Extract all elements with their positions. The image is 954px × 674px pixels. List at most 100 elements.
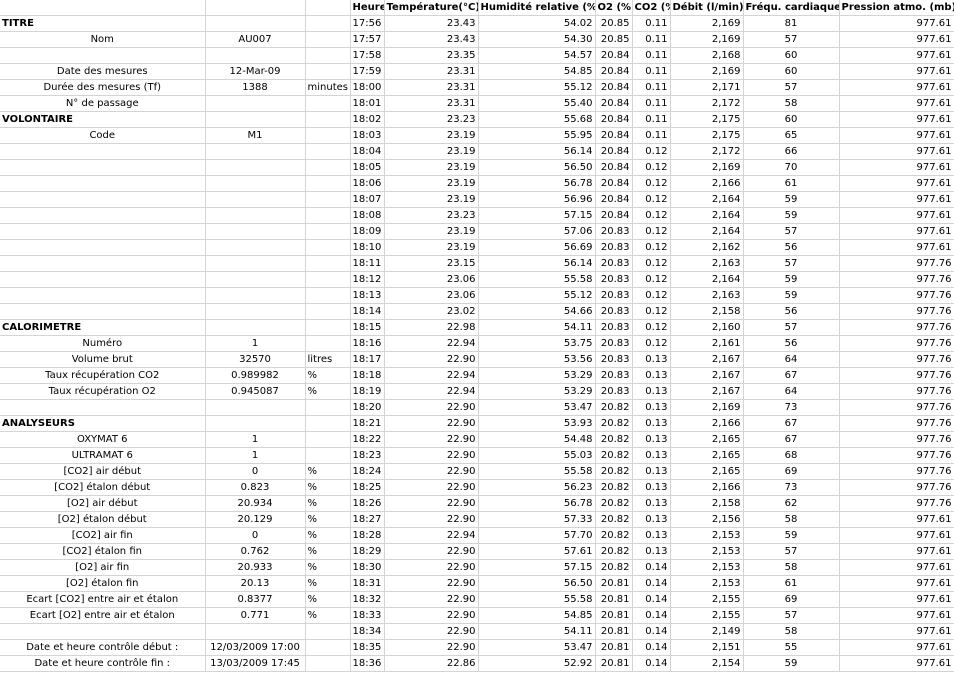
data-cell[interactable]: 20.84 <box>595 159 633 176</box>
param-label[interactable] <box>0 143 206 160</box>
data-cell[interactable]: 0.13 <box>632 463 671 480</box>
data-cell[interactable]: 54.11 <box>478 319 596 336</box>
param-value[interactable] <box>205 191 306 208</box>
param-unit[interactable] <box>305 223 351 240</box>
data-cell[interactable]: 20.83 <box>595 319 633 336</box>
data-cell[interactable]: 22.98 <box>384 319 479 336</box>
data-cell[interactable]: 2,169 <box>670 159 744 176</box>
data-cell[interactable]: 977.61 <box>839 623 954 640</box>
data-cell[interactable]: 20.85 <box>595 15 633 32</box>
data-cell[interactable]: 18:34 <box>350 623 385 640</box>
param-label[interactable]: Code <box>0 127 206 144</box>
data-cell[interactable]: 55.68 <box>478 111 596 128</box>
data-cell[interactable]: 0.14 <box>632 655 671 672</box>
data-cell[interactable]: 2,166 <box>670 479 744 496</box>
param-label[interactable] <box>0 623 206 640</box>
data-cell[interactable]: 2,151 <box>670 639 744 656</box>
data-cell[interactable]: 54.85 <box>478 607 596 624</box>
data-cell[interactable]: 18:28 <box>350 527 385 544</box>
param-label[interactable]: [O2] air début <box>0 495 206 512</box>
data-cell[interactable]: 59 <box>743 655 840 672</box>
data-cell[interactable]: 20.83 <box>595 303 633 320</box>
data-cell[interactable]: 60 <box>743 63 840 80</box>
param-unit[interactable] <box>305 31 351 48</box>
param-unit[interactable] <box>305 159 351 176</box>
param-unit[interactable]: minutes <box>305 79 351 96</box>
param-value[interactable] <box>205 207 306 224</box>
data-cell[interactable]: 2,163 <box>670 287 744 304</box>
data-cell[interactable]: 2,168 <box>670 47 744 64</box>
data-cell[interactable]: 0.12 <box>632 159 671 176</box>
param-label[interactable]: [CO2] air fin <box>0 527 206 544</box>
data-cell[interactable]: 0.11 <box>632 15 671 32</box>
data-cell[interactable]: 977.61 <box>839 511 954 528</box>
data-cell[interactable]: 18:30 <box>350 559 385 576</box>
data-cell[interactable]: 55.58 <box>478 591 596 608</box>
data-cell[interactable]: 0.14 <box>632 639 671 656</box>
data-cell[interactable]: 2,153 <box>670 559 744 576</box>
param-unit[interactable] <box>305 431 351 448</box>
param-label[interactable]: Volume brut <box>0 351 206 368</box>
param-value[interactable]: 13/03/2009 17:45 <box>205 655 306 672</box>
data-cell[interactable]: 2,165 <box>670 431 744 448</box>
data-cell[interactable]: 18:33 <box>350 607 385 624</box>
data-cell[interactable]: 56.14 <box>478 255 596 272</box>
data-cell[interactable]: 18:18 <box>350 367 385 384</box>
data-cell[interactable]: 18:12 <box>350 271 385 288</box>
param-label[interactable]: Durée des mesures (Tf) <box>0 79 206 96</box>
data-cell[interactable]: 0.13 <box>632 527 671 544</box>
data-cell[interactable]: 2,166 <box>670 415 744 432</box>
data-cell[interactable]: 57 <box>743 31 840 48</box>
data-cell[interactable]: 18:17 <box>350 351 385 368</box>
data-cell[interactable]: 977.61 <box>839 63 954 80</box>
data-cell[interactable]: 18:24 <box>350 463 385 480</box>
data-cell[interactable]: 23.06 <box>384 287 479 304</box>
param-label[interactable]: [CO2] étalon fin <box>0 543 206 560</box>
param-label[interactable]: [CO2] air début <box>0 463 206 480</box>
data-cell[interactable]: 0.14 <box>632 575 671 592</box>
data-cell[interactable]: 23.43 <box>384 15 479 32</box>
data-cell[interactable]: 20.82 <box>595 463 633 480</box>
data-cell[interactable]: 20.81 <box>595 639 633 656</box>
data-cell[interactable]: 22.90 <box>384 463 479 480</box>
data-cell[interactable]: 0.14 <box>632 607 671 624</box>
data-cell[interactable]: 81 <box>743 15 840 32</box>
data-cell[interactable]: 18:27 <box>350 511 385 528</box>
section-title[interactable]: VOLONTAIRE <box>0 111 206 128</box>
data-cell[interactable]: 2,153 <box>670 527 744 544</box>
data-cell[interactable]: 22.90 <box>384 351 479 368</box>
param-value[interactable] <box>205 95 306 112</box>
data-cell[interactable]: 20.84 <box>595 47 633 64</box>
param-unit[interactable] <box>305 0 351 16</box>
param-value[interactable]: 20.129 <box>205 511 306 528</box>
param-label[interactable]: OXYMAT 6 <box>0 431 206 448</box>
param-value[interactable]: 1 <box>205 447 306 464</box>
data-cell[interactable]: 18:08 <box>350 207 385 224</box>
data-cell[interactable]: 20.82 <box>595 431 633 448</box>
data-cell[interactable]: 23.19 <box>384 239 479 256</box>
data-cell[interactable]: 57 <box>743 223 840 240</box>
data-cell[interactable]: 17:57 <box>350 31 385 48</box>
data-cell[interactable]: 55.03 <box>478 447 596 464</box>
data-cell[interactable]: 22.94 <box>384 367 479 384</box>
data-cell[interactable]: 0.13 <box>632 351 671 368</box>
data-cell[interactable]: 20.84 <box>595 95 633 112</box>
data-cell[interactable]: 20.84 <box>595 127 633 144</box>
data-cell[interactable]: 0.11 <box>632 63 671 80</box>
data-cell[interactable]: 54.11 <box>478 623 596 640</box>
data-cell[interactable]: 18:22 <box>350 431 385 448</box>
data-cell[interactable]: 59 <box>743 207 840 224</box>
data-cell[interactable]: 53.47 <box>478 639 596 656</box>
data-cell[interactable]: 22.86 <box>384 655 479 672</box>
param-value[interactable] <box>205 47 306 64</box>
param-label[interactable] <box>0 239 206 256</box>
data-cell[interactable]: 56.23 <box>478 479 596 496</box>
data-cell[interactable]: 20.82 <box>595 527 633 544</box>
data-cell[interactable]: 23.43 <box>384 31 479 48</box>
data-cell[interactable]: 20.81 <box>595 591 633 608</box>
data-cell[interactable]: 56.50 <box>478 159 596 176</box>
data-cell[interactable]: 56.14 <box>478 143 596 160</box>
data-cell[interactable]: 65 <box>743 127 840 144</box>
data-cell[interactable]: 22.90 <box>384 591 479 608</box>
data-cell[interactable]: 977.76 <box>839 431 954 448</box>
